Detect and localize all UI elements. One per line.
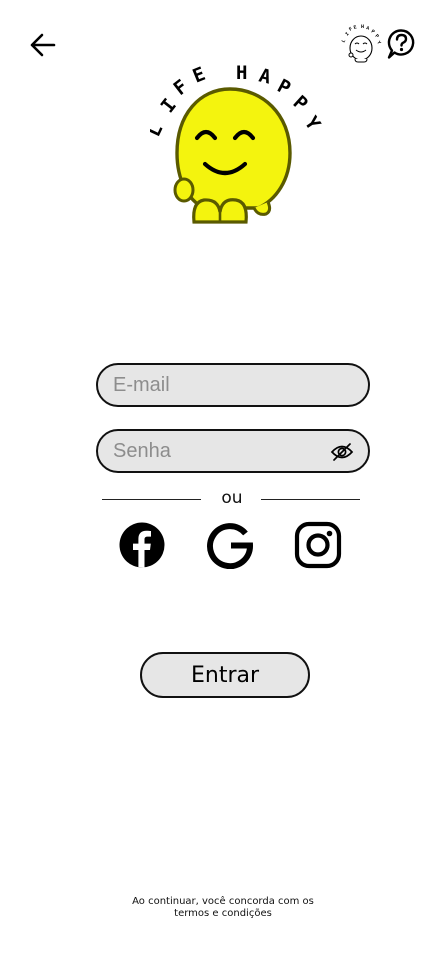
password-field[interactable] [96,429,370,473]
instagram-icon [294,521,342,569]
terms-link[interactable]: termos e condições [110,908,336,920]
svg-text:H: H [236,62,247,84]
divider-line-right [261,499,360,500]
svg-text:A: A [365,25,369,32]
terms-notice: Ao continuar, você concorda com os termo… [110,896,336,920]
google-login-button[interactable] [206,521,254,570]
svg-text:E: E [190,63,209,88]
svg-text:P: P [370,29,376,36]
svg-text:F: F [170,76,193,100]
svg-text:E: E [353,24,357,31]
svg-text:Y: Y [375,40,382,46]
svg-text:P: P [274,75,294,100]
svg-text:Y: Y [300,112,324,134]
divider-line-left [102,499,201,500]
password-input[interactable] [113,431,323,471]
help-button[interactable] [386,28,416,60]
mini-logo: L I F E H A P P Y [340,24,382,66]
divider-text: ou [221,488,243,508]
svg-text:H: H [361,24,364,30]
instagram-login-button[interactable] [294,521,342,569]
terms-line-1: Ao continuar, você concorda com os [132,896,314,907]
life-happy-logo: L I F E H A P P Y [143,58,325,228]
svg-text:I: I [157,95,181,118]
login-button[interactable]: Entrar [140,652,310,698]
back-button[interactable] [26,28,60,62]
svg-text:P: P [374,33,380,39]
facebook-login-button[interactable] [118,521,166,569]
svg-text:A: A [257,65,274,89]
arrow-left-icon [30,33,56,57]
email-field[interactable] [96,363,370,407]
email-input[interactable] [113,365,323,405]
svg-text:L: L [341,38,348,44]
eye-slash-icon [330,443,354,461]
toggle-password-visibility-button[interactable] [330,442,354,462]
svg-text:P: P [289,91,312,115]
svg-text:L: L [150,120,167,140]
google-icon [207,523,254,570]
facebook-icon [119,522,165,568]
help-bubble-icon [387,29,415,59]
